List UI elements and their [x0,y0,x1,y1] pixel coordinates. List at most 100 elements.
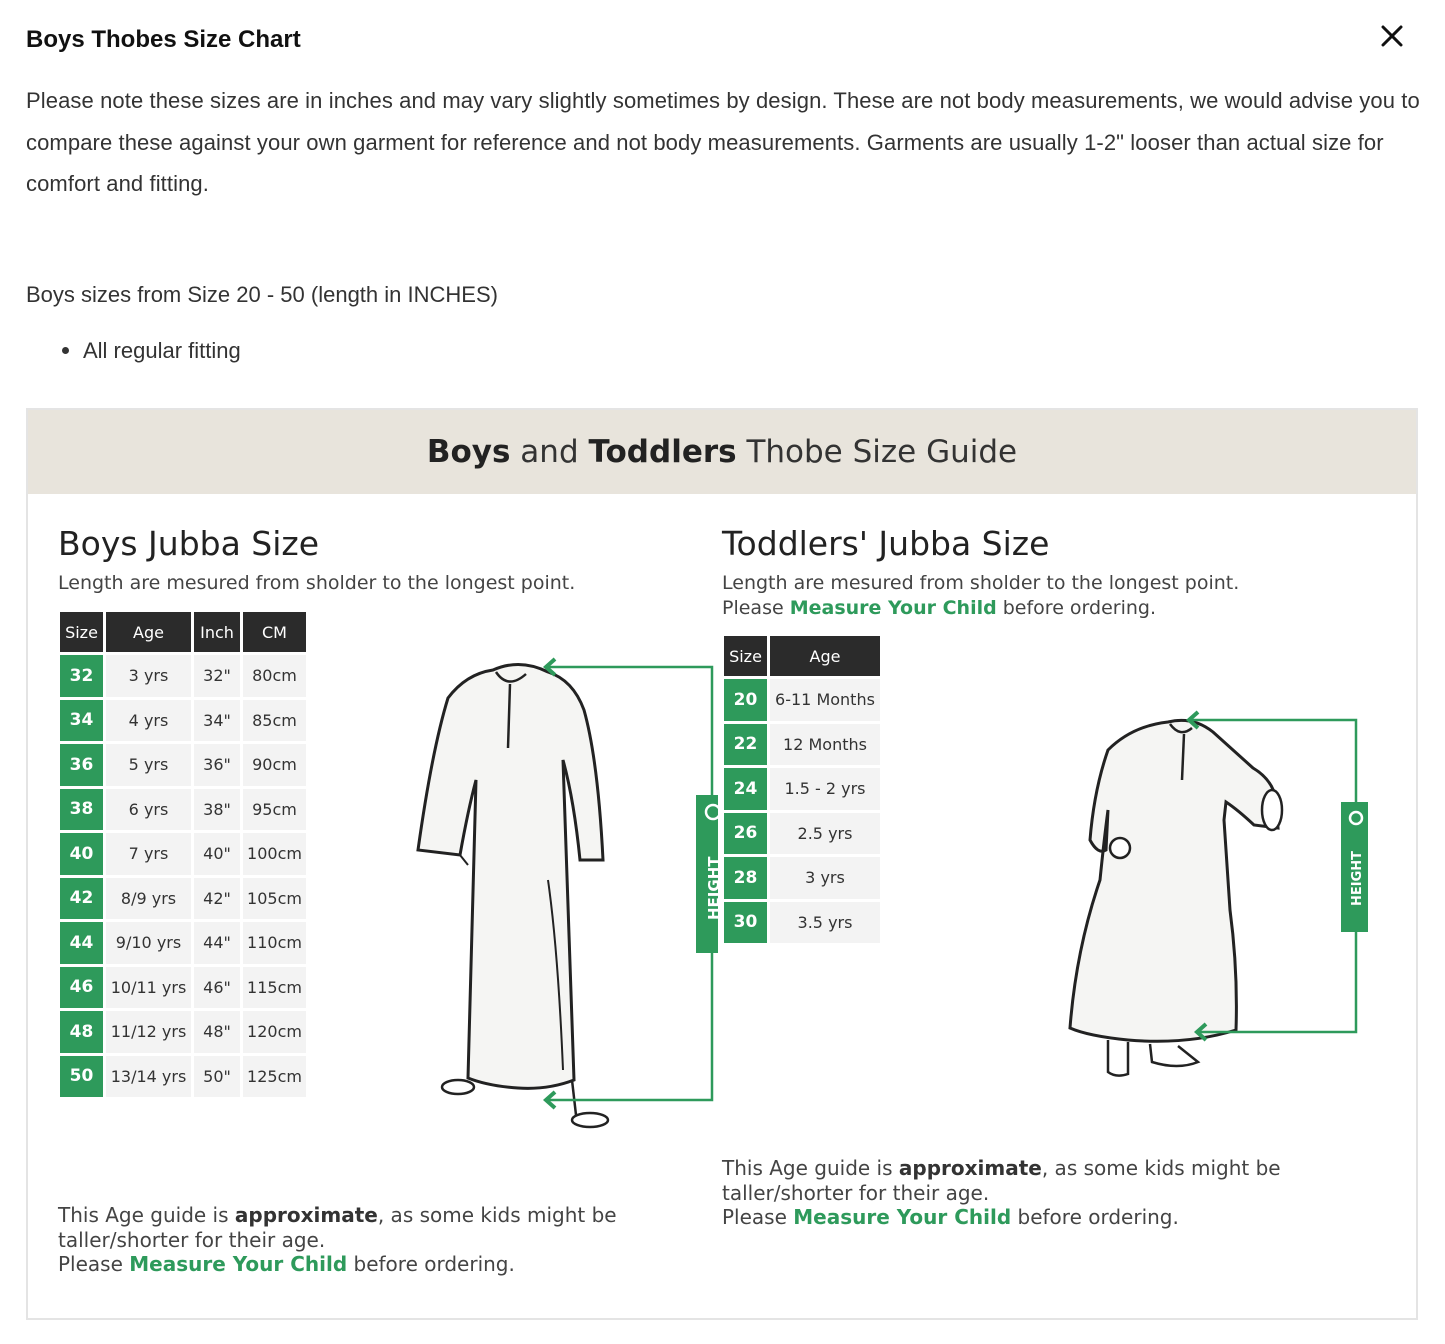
note-text: This Age guide is [722,1156,899,1180]
size-cell: 22 [724,723,767,765]
table-cell: 1.5 - 2 yrs [770,768,880,810]
table-cell: 32" [194,655,240,697]
toddlers-size-table: Size Age 20 6-11 Months 22 12 Months 24 1.5 -… [721,633,883,946]
boys-section-subtitle: Length are mesured from sholder to the l… [58,572,576,594]
table-cell: 85cm [243,699,306,741]
col-header-inch: Inch [194,612,240,652]
table-cell: 9/10 yrs [106,922,191,964]
table-row: 20 6-11 Months [724,679,880,721]
table-cell: 110cm [243,922,306,964]
size-cell: 32 [60,655,103,697]
guide-header-boys: Boys [426,434,511,470]
table-cell: 40" [194,833,240,875]
table-cell: 38" [194,788,240,830]
size-cell: 38 [60,788,103,830]
table-cell: 105cm [243,877,306,919]
note-text: Please [58,1252,130,1276]
note-text: before ordering. [347,1252,515,1276]
note-bold: approximate [898,1156,1042,1180]
col-header-age: Age [106,612,191,652]
table-cell: 3 yrs [770,857,880,899]
table-cell: 125cm [243,1055,306,1097]
close-icon [1381,25,1403,47]
subtitle-text: Please [722,597,790,619]
table-cell: 6-11 Months [770,679,880,721]
size-cell: 26 [724,812,767,854]
table-row: 22 12 Months [724,723,880,765]
size-cell: 34 [60,699,103,741]
table-row: 26 2.5 yrs [724,812,880,854]
size-cell: 36 [60,744,103,786]
table-row: 34 4 yrs 34" 85cm [60,699,306,741]
height-label: HEIGHT [1350,851,1365,906]
table-cell: 95cm [243,788,306,830]
table-row: 38 6 yrs 38" 95cm [60,788,306,830]
size-cell: 24 [724,768,767,810]
table-cell: 46" [194,966,240,1008]
size-cell: 40 [60,833,103,875]
table-row: 28 3 yrs [724,857,880,899]
toddlers-section-title: Toddlers' Jubba Size [722,524,1050,563]
measure-your-child-link[interactable]: Measure Your Child [790,597,997,619]
table-cell: 120cm [243,1011,306,1053]
table-cell: 48" [194,1011,240,1053]
table-row: 44 9/10 yrs 44" 110cm [60,922,306,964]
bullet-icon [62,346,69,354]
table-row: 40 7 yrs 40" 100cm [60,833,306,875]
table-cell: 7 yrs [106,833,191,875]
table-cell: 8/9 yrs [106,877,191,919]
guide-header-rest: Thobe Size Guide [736,434,1018,470]
table-cell: 2.5 yrs [770,812,880,854]
table-row: 30 3.5 yrs [724,901,880,943]
table-cell: 3 yrs [106,655,191,697]
table-cell: 11/12 yrs [106,1011,191,1053]
list-item: All regular fitting [62,338,241,364]
subtitle-text: Length are mesured from sholder to the l… [722,572,1240,594]
bullet-list: All regular fitting [62,338,241,364]
intro-text: Please note these sizes are in inches an… [26,88,1420,196]
table-cell: 80cm [243,655,306,697]
col-header-size: Size [724,636,767,676]
note-text: Please [722,1205,794,1229]
table-cell: 50" [194,1055,240,1097]
table-cell: 13/14 yrs [106,1055,191,1097]
table-row: 46 10/11 yrs 46" 115cm [60,966,306,1008]
col-header-cm: CM [243,612,306,652]
modal-title: Boys Thobes Size Chart [26,26,301,53]
size-cell: 48 [60,1011,103,1053]
subtitle-text: before ordering. [996,597,1157,619]
table-row: 42 8/9 yrs 42" 105cm [60,877,306,919]
table-row: 48 11/12 yrs 48" 120cm [60,1011,306,1053]
boy-thobe-illustration: HEIGHT [416,657,718,1129]
table-cell: 4 yrs [106,699,191,741]
note-text: before ordering. [1011,1205,1179,1229]
size-cell: 30 [724,901,767,943]
note-text: This Age guide is [58,1203,235,1227]
toddlers-age-note: This Age guide is approximate, as some k… [722,1156,1342,1230]
guide-header-and: and [510,434,589,470]
table-cell: 44" [194,922,240,964]
guide-header: Boys and Toddlers Thobe Size Guide [28,410,1416,494]
table-row: 32 3 yrs 32" 80cm [60,655,306,697]
table-cell: 90cm [243,744,306,786]
size-cell: 46 [60,966,103,1008]
height-label: HEIGHT [705,856,718,920]
table-row: 50 13/14 yrs 50" 125cm [60,1055,306,1097]
table-cell: 12 Months [770,723,880,765]
boys-section-title: Boys Jubba Size [58,524,320,563]
table-cell: 10/11 yrs [106,966,191,1008]
col-header-size: Size [60,612,103,652]
table-cell: 36" [194,744,240,786]
note-bold: approximate [234,1203,378,1227]
size-cell: 50 [60,1055,103,1097]
table-cell: 5 yrs [106,744,191,786]
close-button[interactable] [1374,18,1410,54]
toddler-thobe-illustration: HEIGHT [1068,710,1368,1077]
measure-your-child-link[interactable]: Measure Your Child [129,1252,347,1276]
table-cell: 3.5 yrs [770,901,880,943]
table-row: 24 1.5 - 2 yrs [724,768,880,810]
size-guide-image: Boys and Toddlers Thobe Size Guide Boys … [26,408,1418,1320]
measure-your-child-link[interactable]: Measure Your Child [793,1205,1011,1229]
table-cell: 100cm [243,833,306,875]
size-cell: 44 [60,922,103,964]
